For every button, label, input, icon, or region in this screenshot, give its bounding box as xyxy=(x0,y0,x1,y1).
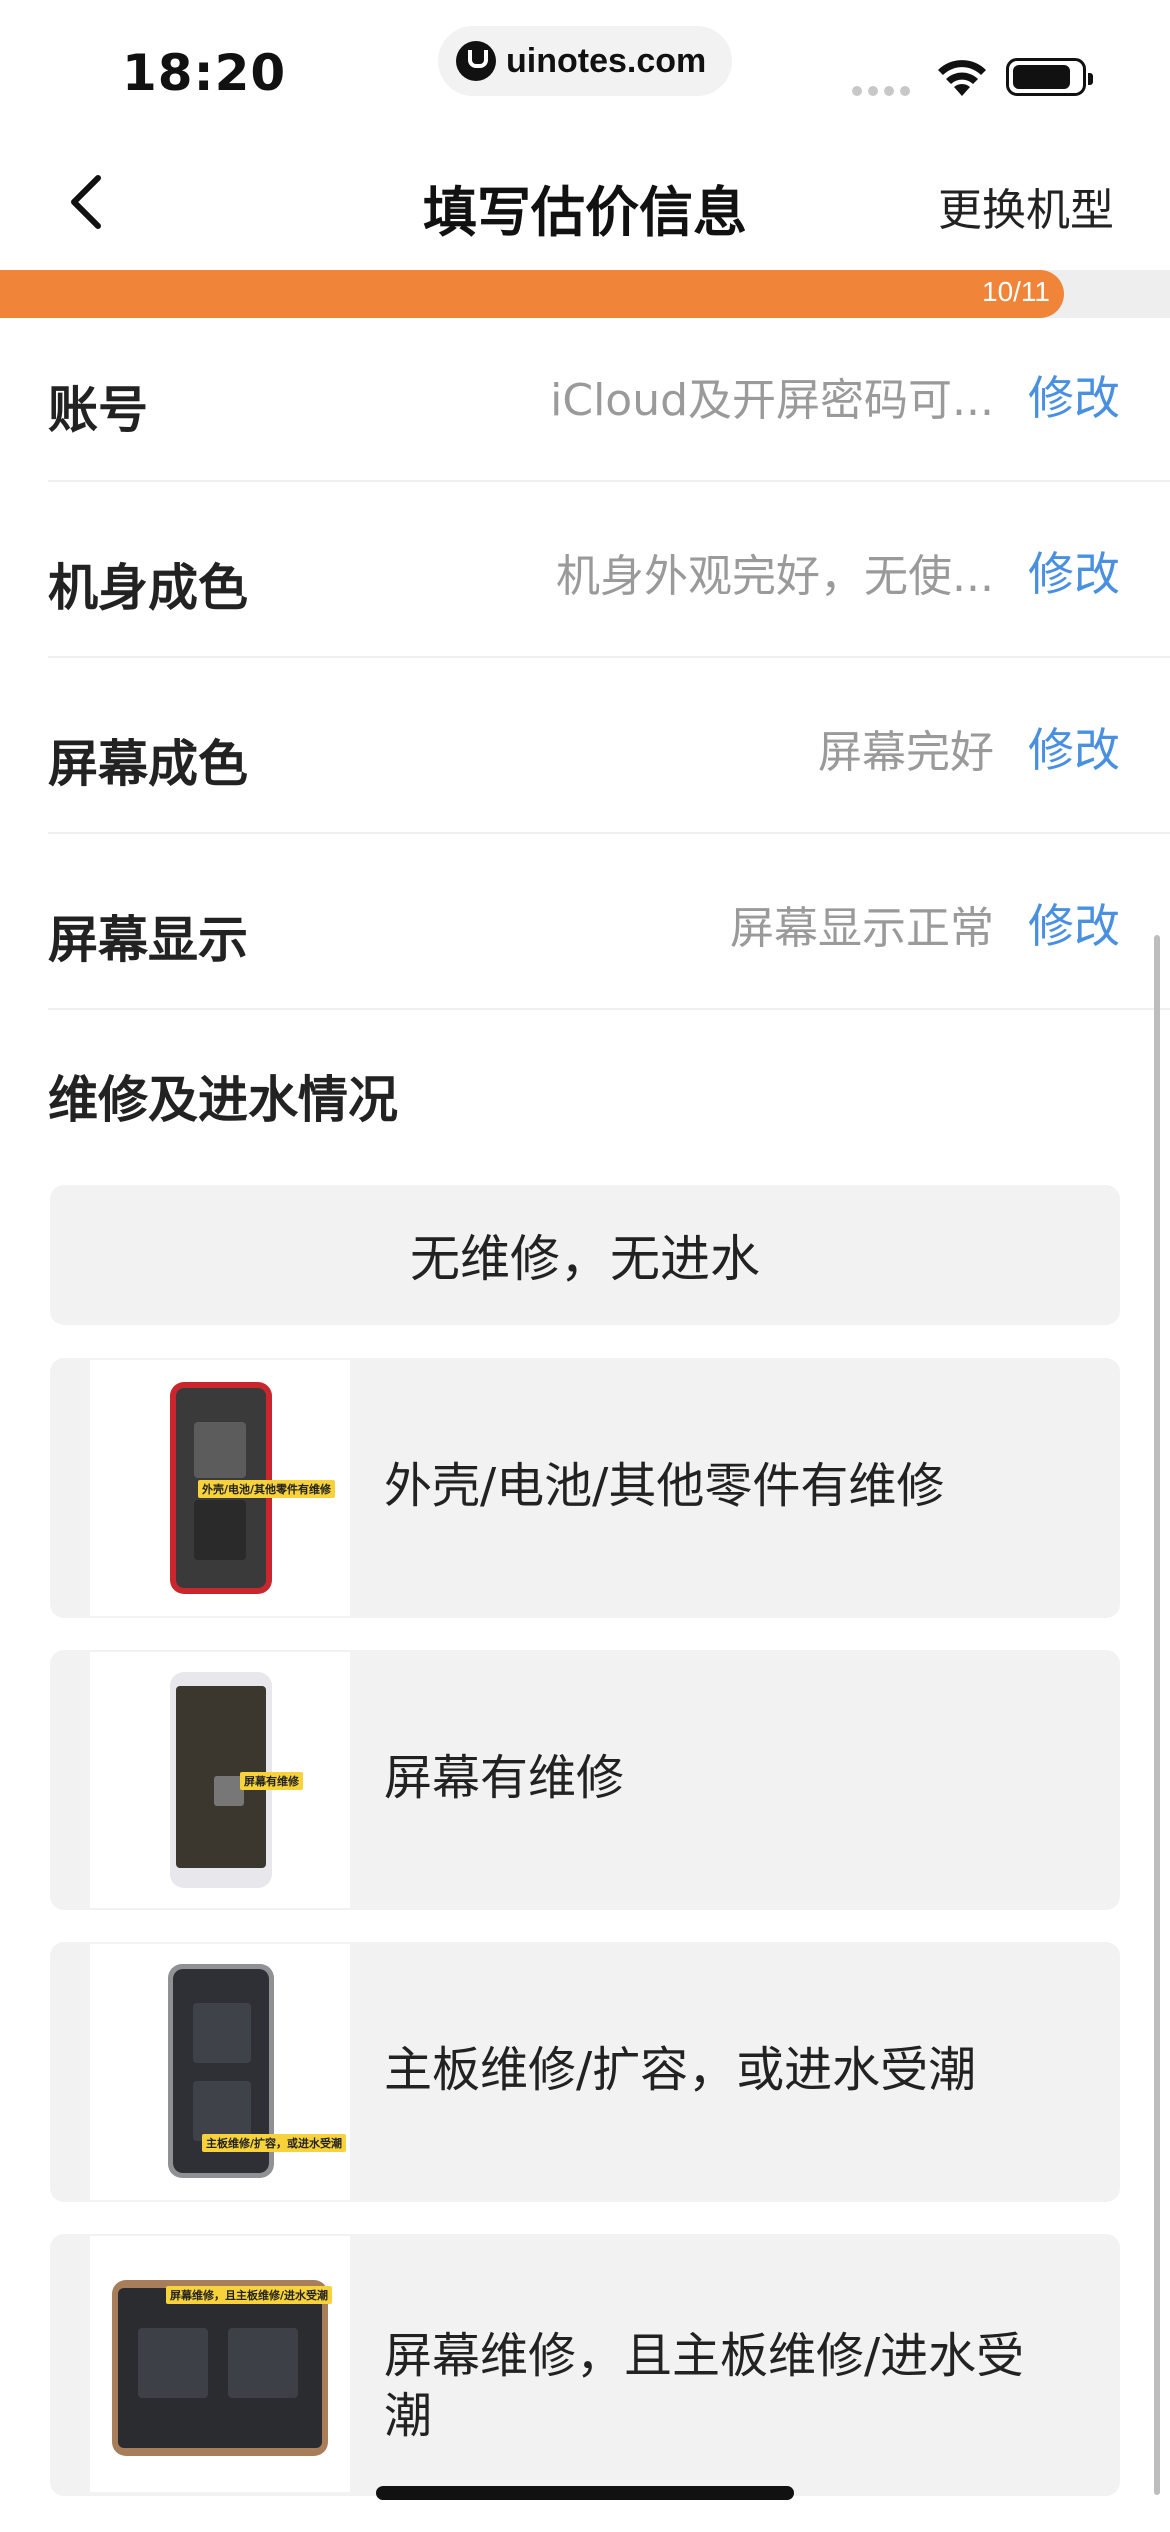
row-label: 屏幕显示 xyxy=(48,911,248,969)
row-label: 机身成色 xyxy=(48,559,248,617)
section-title: 维修及进水情况 xyxy=(48,1071,398,1129)
option-tag: 外壳/电池/其他零件有维修 xyxy=(198,1480,336,1498)
progress-label: 10/11 xyxy=(982,276,1050,307)
progress-fill: 10/11 xyxy=(0,270,1064,318)
info-row-screen-display: 屏幕显示 屏幕显示正常 修改 xyxy=(48,834,1170,1010)
row-value: 机身外观完好，无使... xyxy=(556,551,994,602)
url-pill[interactable]: uinotes.com xyxy=(438,26,732,96)
row-label: 账号 xyxy=(48,381,148,439)
option-label: 无维修，无进水 xyxy=(410,1230,760,1288)
site-logo-icon xyxy=(456,41,496,81)
nav-bar: 填写估价信息 更换机型 xyxy=(0,130,1170,270)
option-label: 主板维修/扩容，或进水受潮 xyxy=(384,2042,977,2098)
option-label: 屏幕有维修 xyxy=(384,1750,625,1806)
option-no-repair[interactable]: 无维修，无进水 xyxy=(50,1185,1120,1325)
option-tag: 屏幕维修，且主板维修/进水受潮 xyxy=(166,2286,333,2304)
option-board-repair[interactable]: 主板维修/扩容，或进水受潮 主板维修/扩容，或进水受潮 xyxy=(50,1942,1120,2202)
home-indicator[interactable] xyxy=(376,2486,794,2500)
wifi-icon xyxy=(938,60,986,96)
change-model-button[interactable]: 更换机型 xyxy=(938,174,1114,238)
edit-button-screen-display[interactable]: 修改 xyxy=(1028,890,1120,956)
option-image: 屏幕维修，且主板维修/进水受潮 xyxy=(90,2236,350,2492)
scrollbar[interactable] xyxy=(1154,935,1160,2495)
status-bar: 18:20 uinotes.com xyxy=(0,0,1170,130)
row-value: 屏幕显示正常 xyxy=(730,903,994,954)
option-label: 屏幕维修，且主板维修/进水受潮 xyxy=(384,2328,1025,2444)
row-label: 屏幕成色 xyxy=(48,735,248,793)
info-row-body-condition: 机身成色 机身外观完好，无使... 修改 xyxy=(48,482,1170,658)
edit-button-account[interactable]: 修改 xyxy=(1028,362,1120,428)
cellular-signal-icon xyxy=(852,86,910,96)
edit-button-screen-condition[interactable]: 修改 xyxy=(1028,714,1120,780)
option-tag: 主板维修/扩容，或进水受潮 xyxy=(202,2134,347,2152)
option-screen-repair[interactable]: 屏幕有维修 屏幕有维修 xyxy=(50,1650,1120,1910)
option-label: 外壳/电池/其他零件有维修 xyxy=(384,1458,945,1514)
edit-button-body-condition[interactable]: 修改 xyxy=(1028,538,1120,604)
row-value: iCloud及开屏密码可... xyxy=(550,375,994,426)
row-value: 屏幕完好 xyxy=(818,727,994,778)
option-screen-and-board-repair[interactable]: 屏幕维修，且主板维修/进水受潮 屏幕维修，且主板维修/进水受潮 xyxy=(50,2234,1120,2496)
progress-bar: 10/11 xyxy=(0,270,1170,318)
option-image: 主板维修/扩容，或进水受潮 xyxy=(90,1944,350,2200)
info-row-screen-condition: 屏幕成色 屏幕完好 修改 xyxy=(48,658,1170,834)
option-image: 屏幕有维修 xyxy=(90,1652,350,1908)
battery-icon xyxy=(1006,58,1093,96)
option-tag: 屏幕有维修 xyxy=(240,1772,303,1790)
info-row-account: 账号 iCloud及开屏密码可... 修改 xyxy=(48,318,1170,482)
url-text: uinotes.com xyxy=(506,41,707,80)
option-image: 外壳/电池/其他零件有维修 xyxy=(90,1360,350,1616)
status-time: 18:20 xyxy=(122,44,287,102)
option-shell-battery-repair[interactable]: 外壳/电池/其他零件有维修 外壳/电池/其他零件有维修 xyxy=(50,1358,1120,1618)
